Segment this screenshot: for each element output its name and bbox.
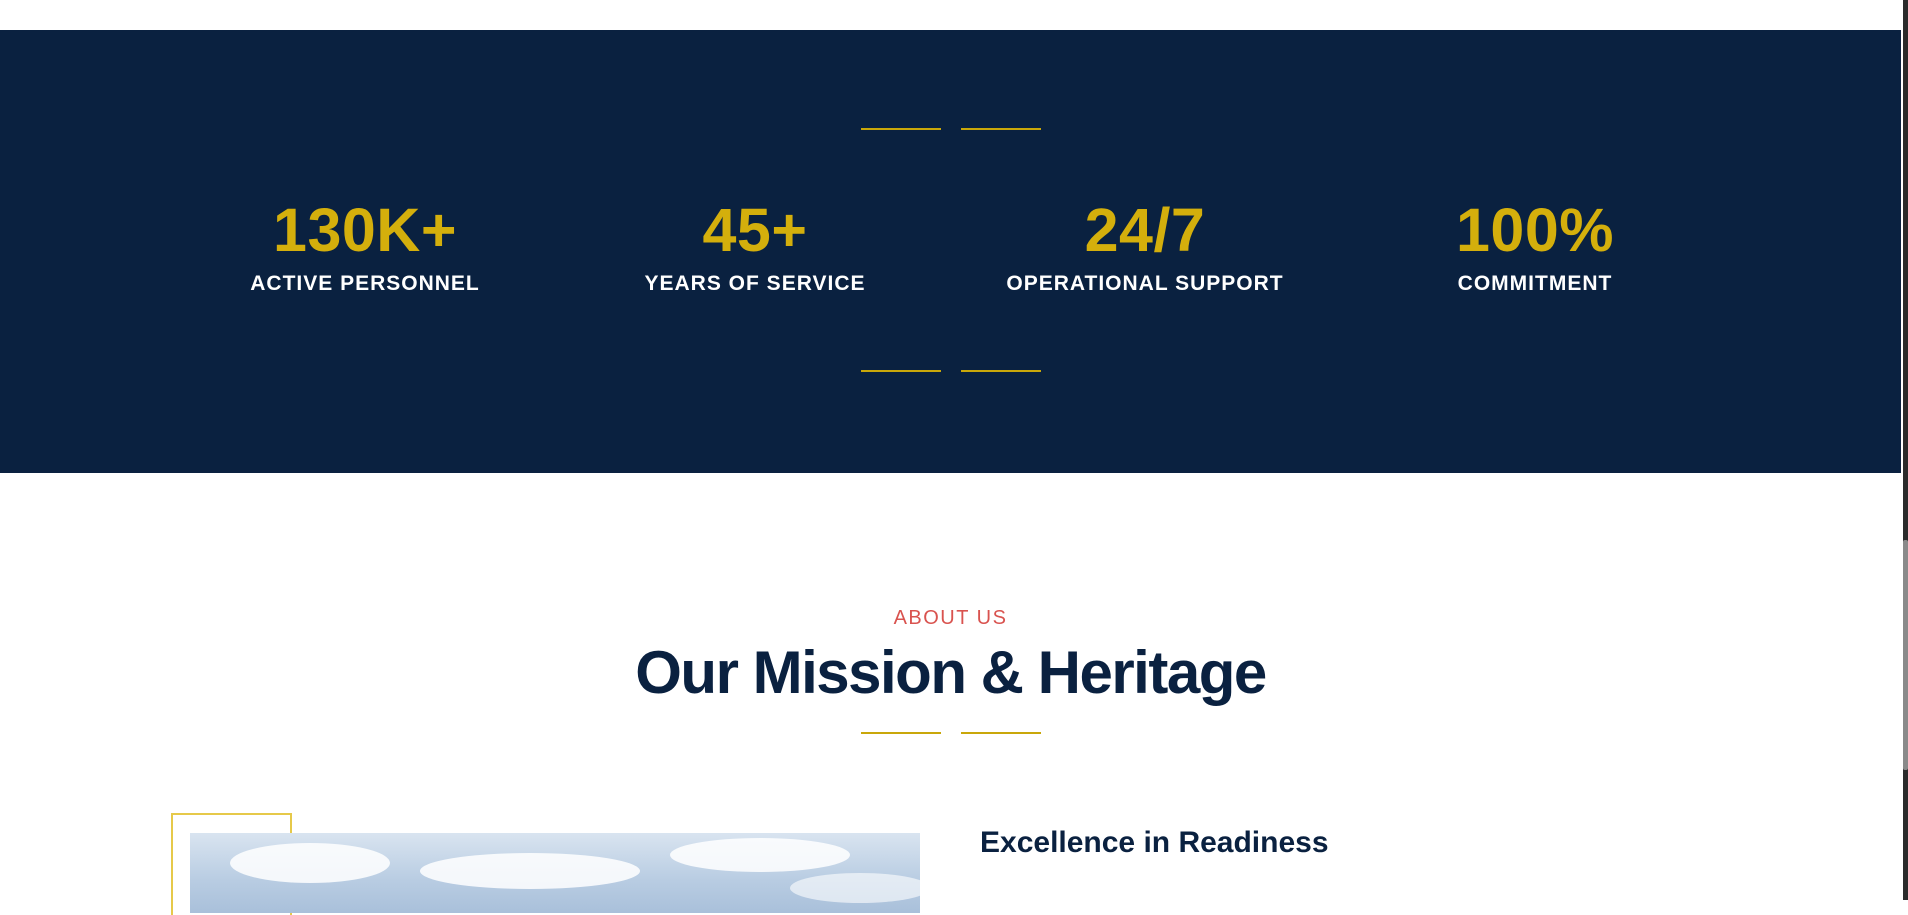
stat-years-of-service: 45+ YEARS OF SERVICE <box>605 198 905 296</box>
stat-commitment: 100% COMMITMENT <box>1385 198 1685 296</box>
stat-value: 45+ <box>702 196 808 264</box>
gold-divider-line <box>861 370 941 372</box>
stat-label: ACTIVE PERSONNEL <box>250 272 480 295</box>
stat-label: OPERATIONAL SUPPORT <box>1006 272 1284 295</box>
gold-divider-line <box>961 732 1041 734</box>
section-title: Our Mission & Heritage <box>635 639 1267 706</box>
stat-label: COMMITMENT <box>1457 272 1613 295</box>
stat-value: 130K+ <box>273 196 457 264</box>
scrollbar-thumb[interactable] <box>1903 540 1908 770</box>
stat-operational-support: 24/7 OPERATIONAL SUPPORT <box>995 198 1295 296</box>
section-eyebrow: ABOUT US <box>893 607 1008 629</box>
gold-divider-line <box>861 128 941 130</box>
about-section: ABOUT US Our Mission & Heritage Excellen… <box>0 473 1901 915</box>
subsection-title: Excellence in Readiness <box>980 826 1329 859</box>
mission-photo <box>190 833 920 913</box>
stat-label: YEARS OF SERVICE <box>644 272 866 295</box>
gold-divider-line <box>961 128 1041 130</box>
page-top-strip <box>0 0 1901 30</box>
gold-divider-line <box>961 370 1041 372</box>
stat-value: 100% <box>1455 196 1614 264</box>
stat-value: 24/7 <box>1084 196 1206 264</box>
stat-active-personnel: 130K+ ACTIVE PERSONNEL <box>215 198 515 296</box>
gold-divider-line <box>861 732 941 734</box>
stats-section: 130K+ ACTIVE PERSONNEL 45+ YEARS OF SERV… <box>0 30 1901 473</box>
